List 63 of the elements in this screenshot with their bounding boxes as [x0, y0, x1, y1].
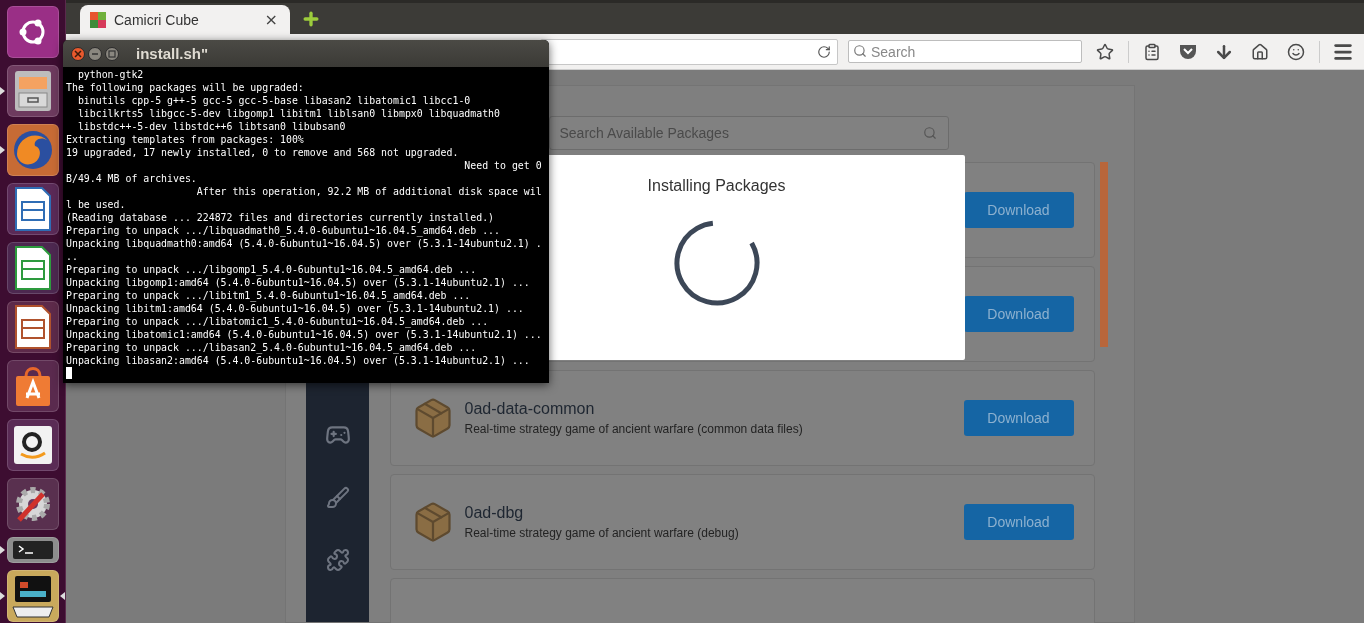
- loading-spinner-icon: [672, 219, 761, 307]
- scrollbar-thumb[interactable]: [1099, 162, 1108, 347]
- pocket-icon: [1179, 43, 1197, 60]
- download-button[interactable]: Download: [963, 504, 1074, 540]
- shop-logo-icon: [12, 425, 53, 465]
- document-icon: [13, 186, 52, 232]
- launcher-item[interactable]: [0, 570, 65, 622]
- terminal-line: python-gtk2: [76, 68, 145, 81]
- package-name: 0ad-data-common: [464, 400, 596, 418]
- close-icon: [74, 49, 82, 58]
- close-tab-button[interactable]: ×: [262, 10, 280, 29]
- terminal-line: binutils cpp-5 g++-5 gcc-5 gcc-5-base libasan2 libatomic1 libcc1-0: [76, 94, 472, 107]
- browser-tab[interactable]: Camicri Cube ×: [80, 5, 290, 34]
- terminal-line: Extracting templates from packages: 100%: [66, 133, 305, 146]
- terminal-line: Need to get 0: [463, 159, 543, 172]
- terminal-line: ..: [66, 250, 79, 263]
- brush-icon[interactable]: [325, 486, 350, 510]
- terminal-line: libstdc++-5-dev libstdc++6 libtsan0 libubsan0: [76, 120, 347, 133]
- download-button[interactable]: Download: [963, 192, 1074, 228]
- terminal-line: 19 upgraded, 17 newly installed, 0 to remove and 568 not upgraded.: [66, 146, 460, 159]
- address-field[interactable]: [540, 38, 838, 65]
- puzzle-icon[interactable]: [325, 548, 350, 572]
- terminal-line: Preparing to unpack .../libquadmath0_5.4.0-6ubuntu1~16.04.5_amd64.deb ...: [66, 224, 501, 237]
- terminal-line: libcilkrts5 libgcc-5-dev libgomp1 libitm1 liblsan0 libmpx0 libquadmath0: [76, 107, 501, 120]
- terminal-line: Preparing to unpack .../libitm1_5.4.0-6ubuntu1~16.04.5_amd64.deb ...: [66, 289, 472, 302]
- close-button[interactable]: [71, 46, 85, 61]
- terminal-line: Preparing to unpack .../libatomic1_5.4.0-6ubuntu1~16.04.5_amd64.deb ...: [66, 315, 490, 328]
- package-name: 0ad-dbg: [464, 504, 525, 522]
- home-icon: [1251, 42, 1269, 61]
- document-icon: [13, 304, 52, 350]
- text-cursor: [66, 367, 72, 379]
- app-favicon-icon: [90, 11, 106, 28]
- terminal-line: B/49.4 MB of archives.: [66, 172, 198, 185]
- tab-title: Camicri Cube: [114, 11, 200, 28]
- star-icon: [1096, 42, 1114, 61]
- download-button[interactable]: Download: [963, 296, 1074, 332]
- dialog-title: Installing Packages: [647, 177, 786, 195]
- terminal-line: Unpacking libquadmath0:amd64 (5.4.0-6ubuntu1~16.04.5) over (5.3.1-14ubuntu2.1) .: [66, 237, 543, 250]
- terminal-line: Unpacking libitm1:amd64 (5.4.0-6ubuntu1~16.04.5) over (5.3.1-14ubuntu2.1) ...: [66, 302, 525, 315]
- download-button[interactable]: Download: [963, 400, 1074, 436]
- package-description: Real-time strategy game of ancient warfare (common data files): [464, 422, 804, 436]
- file-cabinet-icon: [12, 69, 53, 113]
- terminal-line: The following packages will be upgraded:: [66, 81, 305, 94]
- smiley-icon: [1287, 42, 1305, 61]
- terminal-line: (Reading database ... 224872 files and directories currently installed.): [66, 211, 496, 224]
- terminal-line: Unpacking libgomp1:amd64 (5.4.0-6ubuntu1~16.04.5) over (5.3.1-14ubuntu2.1) ...: [66, 276, 531, 289]
- reload-icon[interactable]: [817, 44, 831, 59]
- terminal-line: After this operation, 92.2 MB of additional disk space wil: [195, 185, 543, 198]
- terminal-line: Unpacking libatomic1:amd64 (5.4.0-6ubuntu1~16.04.5) over (5.3.1-14ubuntu2.1) ...: [66, 328, 543, 341]
- document-icon: [13, 245, 52, 291]
- minimize-button[interactable]: [88, 46, 102, 61]
- window-title: install.sh": [136, 45, 209, 62]
- search-icon: [853, 44, 867, 58]
- clipboard-list-icon: [1143, 42, 1161, 61]
- terminal-line: Preparing to unpack .../libgomp1_5.4.0-6ubuntu1~16.04.5_amd64.deb ...: [66, 263, 478, 276]
- terminal-line: Unpacking libasan2:amd64 (5.4.0-6ubuntu1~16.04.5) over (5.3.1-14ubuntu2.1) ...: [66, 354, 531, 367]
- search-icon: [922, 126, 937, 140]
- search-field[interactable]: Search: [848, 40, 1082, 63]
- terminal-line: Preparing to unpack .../libasan2_5.4.0-6ubuntu1~16.04.5_amd64.deb ...: [66, 341, 478, 354]
- terminal-line: l be used.: [66, 198, 127, 211]
- package-description: Real-time strategy game of ancient warfare (debug): [464, 526, 740, 540]
- maximize-icon: [108, 49, 116, 58]
- maximize-button[interactable]: [105, 46, 119, 61]
